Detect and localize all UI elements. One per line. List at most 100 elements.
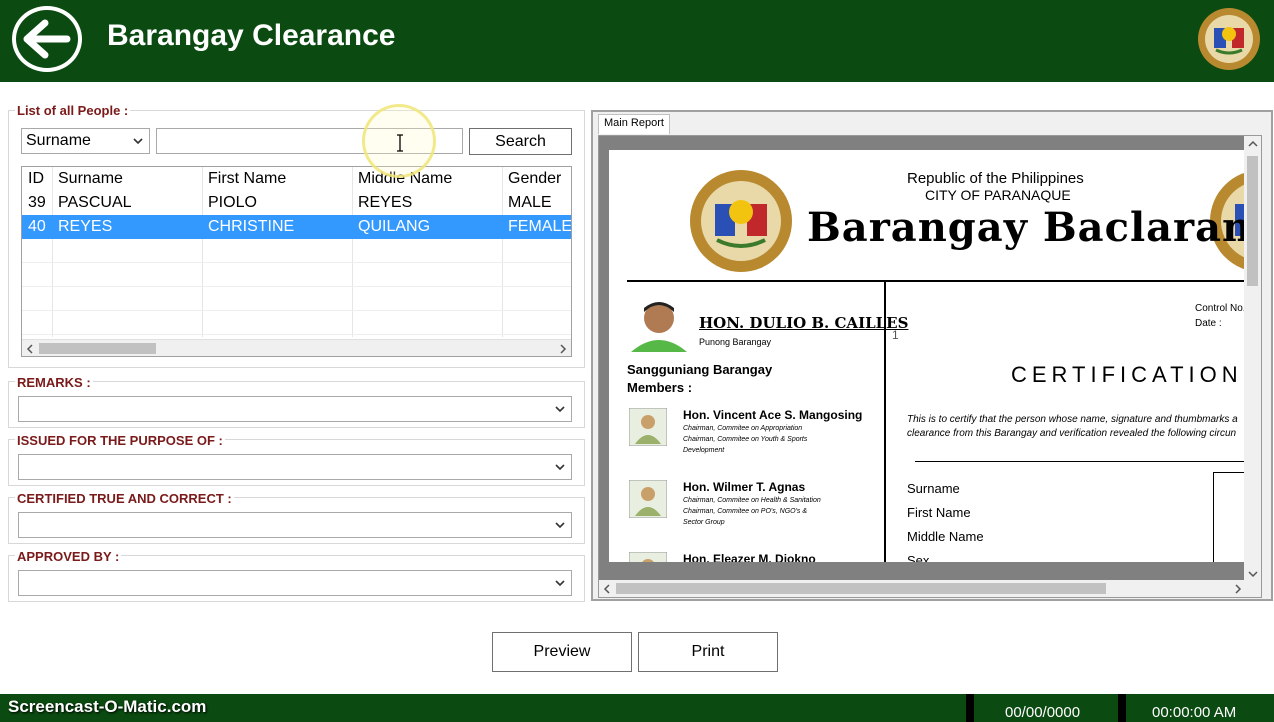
people-table[interactable]: ID Surname First Name Middle Name Gender… <box>21 166 572 357</box>
chevron-down-icon <box>555 464 565 471</box>
report-canvas[interactable]: Republic of the Philippines CITY OF PARA… <box>598 135 1262 598</box>
member-role: Chairman, Commitee on Youth & Sports <box>683 436 808 443</box>
table-cell: REYES <box>58 218 113 235</box>
column-header[interactable]: Surname <box>58 170 123 188</box>
header-rule <box>627 280 1261 282</box>
column-header[interactable]: ID <box>28 170 44 188</box>
preview-button[interactable]: Preview <box>492 632 632 672</box>
table-cell: PIOLO <box>208 194 257 211</box>
members-heading: Members : <box>627 380 693 395</box>
search-filter-value: Surname <box>26 132 91 149</box>
back-button[interactable] <box>12 6 82 72</box>
member-name: Hon. Wilmer T. Agnas <box>683 480 806 494</box>
search-button[interactable]: Search <box>469 128 572 155</box>
field-label: Middle Name <box>907 529 984 544</box>
chevron-down-icon <box>555 522 565 529</box>
member-avatar <box>629 552 667 562</box>
captain-title: Punong Barangay <box>699 337 772 347</box>
approved-select[interactable] <box>18 570 572 596</box>
table-row-selected[interactable]: 40 REYES CHRISTINE QUILANG FEMALE <box>22 215 572 239</box>
chevron-down-icon <box>555 580 565 587</box>
field-label: First Name <box>907 505 971 520</box>
table-cell: FEMALE <box>508 218 572 235</box>
status-time: 00:00:00 AM <box>1152 704 1237 721</box>
table-cell: REYES <box>358 194 413 211</box>
certification-body: clearance from this Barangay and verific… <box>907 428 1237 439</box>
field-label: Sex <box>907 553 930 562</box>
scrollbar-thumb[interactable] <box>39 343 156 354</box>
column-header[interactable]: Middle Name <box>358 170 452 188</box>
status-date: 00/00/0000 <box>1005 704 1081 721</box>
control-no-label: Control No. <box>1195 303 1246 314</box>
scrollbar-thumb[interactable] <box>1247 156 1258 286</box>
empty-row <box>22 263 571 287</box>
chevron-down-icon <box>555 406 565 413</box>
certified-label: CERTIFIED TRUE AND CORRECT : <box>15 491 234 506</box>
table-cell: 39 <box>28 194 46 211</box>
report-vertical-scrollbar[interactable] <box>1244 136 1261 582</box>
page-title: Barangay Clearance <box>107 19 396 52</box>
search-input[interactable] <box>156 128 463 154</box>
report-horizontal-scrollbar[interactable] <box>599 580 1261 597</box>
chevron-left-icon[interactable] <box>603 584 611 594</box>
certification-body: This is to certify that the person whose… <box>907 414 1238 425</box>
member-role: Chairman, Commitee on Health & Sanitatio… <box>683 497 821 504</box>
member-avatar <box>629 408 667 446</box>
page-number: 1 <box>892 328 899 342</box>
barangay-name: Barangay Baclaran <box>807 204 1253 251</box>
column-header[interactable]: Gender <box>508 170 561 188</box>
city-text: CITY OF PARANAQUE <box>925 187 1071 203</box>
city-seal-logo <box>1198 8 1260 70</box>
text-cursor-icon <box>397 134 403 152</box>
member-name: Hon. Vincent Ace S. Mangosing <box>683 408 863 422</box>
chevron-down-icon <box>133 138 143 145</box>
empty-row <box>22 287 571 311</box>
member-role: Sector Group <box>683 519 725 526</box>
empty-row <box>22 311 571 335</box>
sangguniang-heading: Sangguniang Barangay <box>627 362 773 377</box>
chevron-up-icon[interactable] <box>1248 140 1258 148</box>
table-cell: PASCUAL <box>58 194 132 211</box>
member-role: Chairman, Commitee on Appropriation <box>683 425 803 432</box>
field-label: Surname <box>907 481 960 496</box>
table-cell: QUILANG <box>358 218 431 235</box>
purpose-select[interactable] <box>18 454 572 480</box>
print-button[interactable]: Print <box>638 632 778 672</box>
header-bar: Barangay Clearance <box>0 0 1274 82</box>
report-viewer: Main Report Republic of the Philippines … <box>591 110 1273 601</box>
report-page: Republic of the Philippines CITY OF PARA… <box>609 150 1261 562</box>
table-horizontal-scrollbar[interactable] <box>22 339 571 356</box>
status-separator <box>1118 694 1126 722</box>
search-filter-select[interactable]: Surname <box>21 128 150 154</box>
chevron-right-icon[interactable] <box>1234 584 1242 594</box>
table-cell: CHRISTINE <box>208 218 295 235</box>
remarks-select[interactable] <box>18 396 572 422</box>
table-cell: 40 <box>28 218 46 235</box>
certified-select[interactable] <box>18 512 572 538</box>
empty-row <box>22 239 571 263</box>
approved-label: APPROVED BY : <box>15 549 122 564</box>
date-label: Date : <box>1195 318 1222 329</box>
purpose-label: ISSUED FOR THE PURPOSE OF : <box>15 433 225 448</box>
chevron-down-icon[interactable] <box>1248 570 1258 578</box>
recorder-watermark: Screencast-O-Matic.com <box>8 697 207 716</box>
republic-text: Republic of the Philippines <box>907 170 1084 187</box>
people-list-label: List of all People : <box>15 103 131 118</box>
tab-main-report[interactable]: Main Report <box>598 114 670 134</box>
column-header[interactable]: First Name <box>208 170 286 188</box>
member-role: Chairman, Commitee on PO's, NGO's & <box>683 508 808 515</box>
member-name: Hon. Eleazer M. Diokno <box>683 552 816 562</box>
member-avatar <box>629 480 667 518</box>
arrow-left-icon <box>23 19 71 59</box>
table-cell: MALE <box>508 194 552 211</box>
chevron-right-icon[interactable] <box>559 344 567 354</box>
table-header-row: ID Surname First Name Middle Name Gender <box>22 167 571 191</box>
captain-photo <box>627 298 691 352</box>
chevron-left-icon[interactable] <box>26 344 34 354</box>
scrollbar-thumb[interactable] <box>616 583 1106 594</box>
certification-heading: CERTIFICATION <box>1011 362 1243 387</box>
table-row[interactable]: 39 PASCUAL PIOLO REYES MALE <box>22 191 571 215</box>
member-role: Development <box>683 447 725 454</box>
city-seal-logo <box>690 170 792 272</box>
app-window: Barangay Clearance List of all People : … <box>0 0 1274 722</box>
